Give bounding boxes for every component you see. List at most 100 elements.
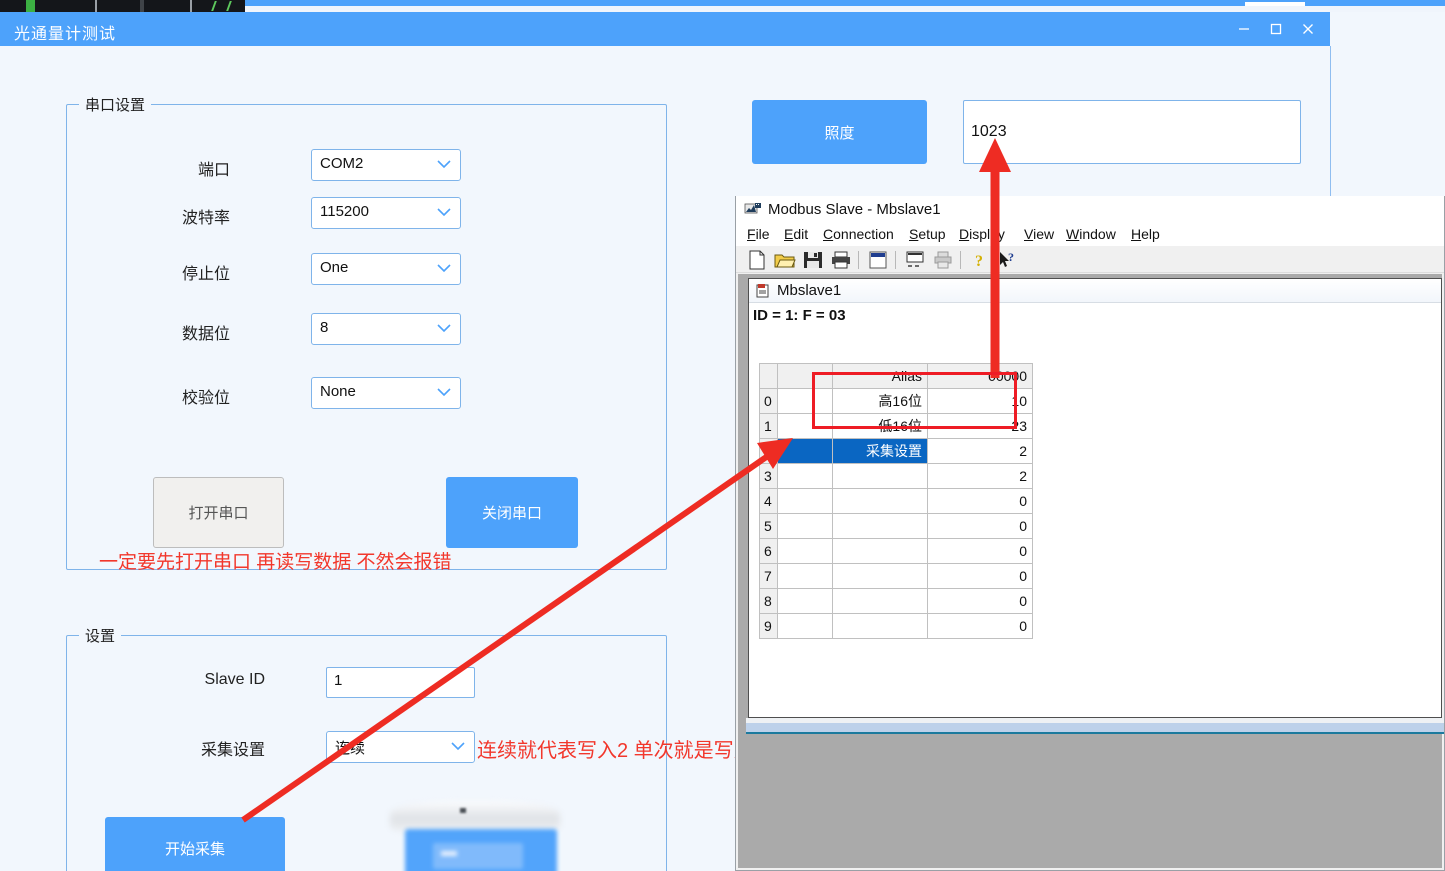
row-alias[interactable]: [832, 538, 928, 564]
table-row[interactable]: 90: [759, 613, 1033, 639]
save-disk-icon[interactable]: [802, 250, 824, 270]
mbslave1-title-text: Mbslave1: [777, 282, 842, 299]
row-alias[interactable]: [832, 513, 928, 539]
table-row[interactable]: 32: [759, 463, 1033, 489]
row-alias[interactable]: [832, 488, 928, 514]
row-index: 4: [759, 488, 778, 514]
port-combo[interactable]: COM2: [311, 149, 461, 181]
row-value[interactable]: 0: [927, 588, 1033, 614]
row-alias[interactable]: [832, 613, 928, 639]
row-value[interactable]: 0: [927, 563, 1033, 589]
print-icon[interactable]: [830, 250, 852, 270]
databits-combo[interactable]: 8: [311, 313, 461, 345]
document-icon: [756, 284, 769, 298]
row-spacer: [777, 613, 833, 639]
row-index: 1: [759, 413, 778, 439]
row-value[interactable]: 0: [927, 538, 1033, 564]
header-index: [759, 363, 778, 389]
menu-display[interactable]: Display: [959, 226, 1005, 242]
table-row[interactable]: 40: [759, 488, 1033, 514]
svg-text:?: ?: [975, 253, 983, 270]
collect-setting-combo[interactable]: 连续: [326, 731, 475, 763]
whats-this-icon[interactable]: ?: [997, 250, 1019, 270]
slave-id-input[interactable]: 1: [326, 667, 475, 698]
app-title-bar: 光通量计测试: [0, 12, 1330, 46]
table-row[interactable]: 80: [759, 588, 1033, 614]
menu-connection[interactable]: Connection: [823, 226, 894, 242]
row-index: 7: [759, 563, 778, 589]
modbus-title-text: Modbus Slave - Mbslave1: [768, 201, 941, 218]
chevron-down-icon: [437, 208, 451, 217]
menu-help[interactable]: Help: [1131, 226, 1160, 242]
illuminance-value-input[interactable]: 1023: [963, 100, 1301, 164]
table-row[interactable]: 1 低16位 23: [759, 413, 1033, 439]
parity-combo[interactable]: None: [311, 377, 461, 409]
row-alias[interactable]: [832, 588, 928, 614]
collect-setting-note: 连续就代表写入2 单次就是写入1: [477, 740, 765, 762]
settings-group-title: 设置: [79, 625, 122, 646]
table-row[interactable]: 2 采集设置 2: [759, 438, 1033, 464]
row-alias[interactable]: 低16位: [832, 413, 928, 439]
open-folder-icon[interactable]: [774, 250, 796, 270]
table-row[interactable]: 50: [759, 513, 1033, 539]
row-index: 6: [759, 538, 778, 564]
menu-view[interactable]: View: [1024, 226, 1054, 242]
serial-settings-title: 串口设置: [79, 94, 152, 115]
row-alias[interactable]: 采集设置: [832, 438, 928, 464]
baudrate-label: 波特率: [181, 210, 230, 227]
row-alias[interactable]: [832, 463, 928, 489]
menu-edit[interactable]: Edit: [784, 226, 808, 242]
toolbar-separator-1: [858, 251, 859, 269]
close-icon: [1303, 24, 1313, 34]
help-question-icon[interactable]: ?: [969, 250, 991, 270]
minimize-button[interactable]: [1228, 12, 1260, 46]
blurred-secondary-button[interactable]: [405, 829, 557, 871]
start-collect-button[interactable]: 开始采集: [105, 817, 285, 871]
row-index: 3: [759, 463, 778, 489]
table-header-row: Alias 00000: [759, 363, 1033, 389]
menu-setup[interactable]: Setup: [909, 226, 946, 242]
row-index: 0: [759, 388, 778, 414]
stopbits-value: One: [320, 259, 349, 276]
header-alias: Alias: [832, 363, 928, 389]
illuminance-button[interactable]: 照度: [752, 100, 927, 164]
baudrate-combo[interactable]: 115200: [311, 197, 461, 229]
header-blank: [777, 363, 833, 389]
databits-value: 8: [320, 319, 329, 336]
serial-warning-note: 一定要先打开串口 再读写数据 不然会报错: [99, 552, 452, 573]
row-value[interactable]: 0: [927, 513, 1033, 539]
desktop-gray-marker: [140, 0, 144, 12]
svg-text:?: ?: [1008, 250, 1014, 264]
row-value[interactable]: 2: [927, 438, 1033, 464]
desktop-tick-1: [95, 0, 97, 12]
table-row[interactable]: 0 高16位 10: [759, 388, 1033, 414]
close-button[interactable]: [1292, 12, 1324, 46]
slave-id-label: Slave ID: [204, 671, 265, 688]
row-value[interactable]: 10: [927, 388, 1033, 414]
stopbits-combo[interactable]: One: [311, 253, 461, 285]
new-file-icon[interactable]: [746, 250, 768, 270]
chevron-down-icon: [437, 388, 451, 397]
close-serial-button[interactable]: 关闭串口: [446, 477, 578, 548]
row-alias[interactable]: [832, 563, 928, 589]
modbus-app-icon: [744, 203, 761, 214]
maximize-button[interactable]: [1260, 12, 1292, 46]
desktop-strip: [0, 0, 245, 12]
table-row[interactable]: 70: [759, 563, 1033, 589]
screen: 光通量计测试 串口设置 端口 COM2 波特率 115200 停止位 One 数…: [0, 0, 1445, 871]
row-value[interactable]: 23: [927, 413, 1033, 439]
open-serial-button[interactable]: 打开串口: [153, 477, 284, 548]
row-alias[interactable]: 高16位: [832, 388, 928, 414]
menu-file[interactable]: File: [747, 226, 770, 242]
row-value[interactable]: 2: [927, 463, 1033, 489]
row-value[interactable]: 0: [927, 613, 1033, 639]
blurred-overlay-dot: [460, 808, 466, 813]
stopbits-label: 停止位: [181, 266, 230, 283]
menu-window[interactable]: Window: [1066, 226, 1116, 242]
table-row[interactable]: 60: [759, 538, 1033, 564]
window-icon[interactable]: [867, 250, 889, 270]
row-index: 5: [759, 513, 778, 539]
align-icon[interactable]: [904, 250, 926, 270]
row-value[interactable]: 0: [927, 488, 1033, 514]
modbus-slave-window: Modbus Slave - Mbslave1 File Edit Connec…: [735, 196, 1445, 871]
